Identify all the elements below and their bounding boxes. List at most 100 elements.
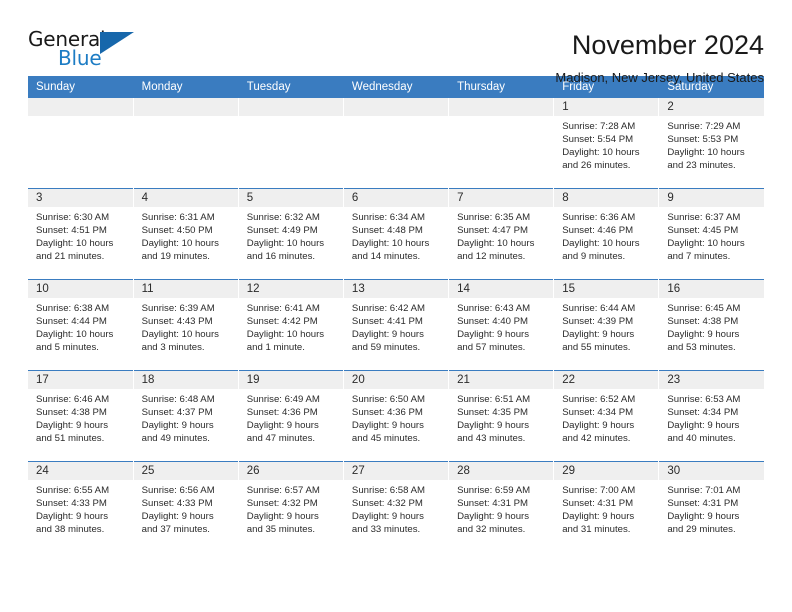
- daylight-text-line2: and 55 minutes.: [562, 342, 631, 354]
- day-number: 24: [28, 462, 133, 480]
- daylight-text-line2: and 32 minutes.: [457, 524, 526, 536]
- day-cell-inner: 15 Sunrise: 6:44 AM Sunset: 4:39 PM Dayligh…: [554, 280, 659, 370]
- daylight-text-line1: Daylight: 9 hours: [246, 511, 319, 523]
- sunset-text: Sunset: 4:34 PM: [667, 407, 739, 419]
- day-details: Sunrise: 6:57 AM Sunset: 4:32 PM Daylight:…: [239, 480, 343, 536]
- day-details: Sunrise: 6:50 AM Sunset: 4:36 PM Daylight:…: [344, 389, 448, 445]
- day-number: 9: [659, 189, 764, 207]
- page-header: General Blue November 2024 Madison, New …: [28, 0, 764, 85]
- daylight-text-line2: and 3 minutes.: [141, 342, 205, 354]
- daylight-text-line2: and 43 minutes.: [457, 433, 526, 445]
- day-cell-inner: 6 Sunrise: 6:34 AM Sunset: 4:48 PM Daylight…: [343, 189, 449, 279]
- calendar-day-cell[interactable]: 22 Sunrise: 6:52 AM Sunset: 4:34 PM Dayligh…: [553, 370, 660, 462]
- calendar-day-cell[interactable]: 16 Sunrise: 6:45 AM Sunset: 4:38 PM Dayligh…: [658, 279, 764, 371]
- day-cell-inner: [449, 98, 554, 188]
- daylight-text-line2: and 9 minutes.: [562, 251, 626, 263]
- calendar-day-cell[interactable]: 15 Sunrise: 6:44 AM Sunset: 4:39 PM Dayligh…: [553, 279, 660, 371]
- calendar-day-cell-empty: [238, 98, 344, 189]
- sunrise-text: Sunrise: 6:57 AM: [246, 485, 320, 496]
- day-number: 12: [238, 280, 343, 298]
- daylight-text-line2: and 59 minutes.: [351, 342, 421, 354]
- calendar-day-cell[interactable]: 23 Sunrise: 6:53 AM Sunset: 4:34 PM Dayligh…: [658, 370, 764, 462]
- calendar-day-cell[interactable]: 14 Sunrise: 6:43 AM Sunset: 4:40 PM Dayligh…: [448, 279, 555, 371]
- calendar-day-cell[interactable]: 1 Sunrise: 7:28 AM Sunset: 5:54 PM Daylight…: [553, 98, 660, 189]
- calendar-day-cell[interactable]: 5 Sunrise: 6:32 AM Sunset: 4:49 PM Daylight…: [238, 188, 344, 280]
- day-number: [343, 98, 449, 116]
- calendar-day-cell[interactable]: 3 Sunrise: 6:30 AM Sunset: 4:51 PM Daylight…: [28, 188, 134, 280]
- sunset-text: Sunset: 4:44 PM: [36, 316, 107, 328]
- day-cell-inner: 22 Sunrise: 6:52 AM Sunset: 4:34 PM Dayligh…: [554, 371, 659, 461]
- calendar-day-cell[interactable]: 2 Sunrise: 7:29 AM Sunset: 5:53 PM Daylight…: [658, 98, 764, 189]
- daylight-text-line2: and 7 minutes.: [667, 251, 731, 263]
- daylight-text-line2: and 45 minutes.: [351, 433, 421, 445]
- day-cell-inner: 9 Sunrise: 6:37 AM Sunset: 4:45 PM Daylight…: [659, 189, 764, 279]
- daylight-text-line1: Daylight: 9 hours: [36, 420, 108, 432]
- day-cell-inner: 29 Sunrise: 7:00 AM Sunset: 4:31 PM Dayligh…: [554, 462, 659, 552]
- calendar-day-cell[interactable]: 18 Sunrise: 6:48 AM Sunset: 4:37 PM Dayligh…: [133, 370, 239, 462]
- calendar-day-cell[interactable]: 30 Sunrise: 7:01 AM Sunset: 4:31 PM Dayligh…: [658, 461, 764, 552]
- sunset-text: Sunset: 4:37 PM: [141, 407, 213, 419]
- day-number: 27: [343, 462, 449, 480]
- day-number: 23: [659, 371, 764, 389]
- daylight-text-line2: and 26 minutes.: [562, 160, 631, 172]
- sunrise-text: Sunrise: 6:49 AM: [246, 394, 320, 405]
- daylight-text-line1: Daylight: 9 hours: [562, 511, 635, 523]
- calendar-day-cell[interactable]: 19 Sunrise: 6:49 AM Sunset: 4:36 PM Dayligh…: [238, 370, 344, 462]
- calendar-day-cell[interactable]: 26 Sunrise: 6:57 AM Sunset: 4:32 PM Dayligh…: [238, 461, 344, 552]
- day-number: 21: [449, 371, 554, 389]
- calendar-day-cell[interactable]: 6 Sunrise: 6:34 AM Sunset: 4:48 PM Daylight…: [343, 188, 450, 280]
- calendar-day-cell[interactable]: 12 Sunrise: 6:41 AM Sunset: 4:42 PM Dayligh…: [238, 279, 344, 371]
- weekday-header-monday: Monday: [133, 76, 239, 98]
- logo-text-blue: Blue: [58, 46, 102, 70]
- calendar-day-cell[interactable]: 17 Sunrise: 6:46 AM Sunset: 4:38 PM Dayligh…: [28, 370, 134, 462]
- daylight-text-line1: Daylight: 9 hours: [667, 329, 740, 341]
- sunrise-text: Sunrise: 6:35 AM: [457, 212, 531, 223]
- daylight-text-line1: Daylight: 10 hours: [141, 329, 219, 341]
- day-cell-inner: 23 Sunrise: 6:53 AM Sunset: 4:34 PM Dayligh…: [659, 371, 764, 461]
- day-cell-inner: 17 Sunrise: 6:46 AM Sunset: 4:38 PM Dayligh…: [28, 371, 133, 461]
- sunset-text: Sunset: 4:40 PM: [457, 316, 528, 328]
- calendar-day-cell[interactable]: 24 Sunrise: 6:55 AM Sunset: 4:33 PM Dayligh…: [28, 461, 134, 552]
- calendar-day-cell[interactable]: 13 Sunrise: 6:42 AM Sunset: 4:41 PM Dayligh…: [343, 279, 450, 371]
- calendar-day-cell[interactable]: 20 Sunrise: 6:50 AM Sunset: 4:36 PM Dayligh…: [343, 370, 450, 462]
- calendar-day-cell-empty: [343, 98, 450, 189]
- calendar-day-cell[interactable]: 25 Sunrise: 6:56 AM Sunset: 4:33 PM Dayligh…: [133, 461, 239, 552]
- daylight-text-line2: and 5 minutes.: [36, 342, 99, 354]
- day-cell-inner: [28, 98, 133, 188]
- calendar-day-cell[interactable]: 9 Sunrise: 6:37 AM Sunset: 4:45 PM Daylight…: [658, 188, 764, 280]
- day-cell-inner: [238, 98, 343, 188]
- day-number: 20: [343, 371, 449, 389]
- day-number: 7: [449, 189, 554, 207]
- calendar-day-cell[interactable]: 27 Sunrise: 6:58 AM Sunset: 4:32 PM Dayligh…: [343, 461, 450, 552]
- daylight-text-line1: Daylight: 10 hours: [141, 238, 219, 250]
- sunrise-text: Sunrise: 6:50 AM: [351, 394, 425, 405]
- daylight-text-line2: and 16 minutes.: [246, 251, 316, 263]
- daylight-text-line2: and 14 minutes.: [351, 251, 421, 263]
- day-details: Sunrise: 6:45 AM Sunset: 4:38 PM Daylight:…: [659, 298, 764, 354]
- day-details: Sunrise: 6:31 AM Sunset: 4:50 PM Daylight:…: [134, 207, 238, 263]
- general-blue-logo[interactable]: General Blue: [28, 28, 136, 74]
- calendar-day-cell[interactable]: 8 Sunrise: 6:36 AM Sunset: 4:46 PM Daylight…: [553, 188, 660, 280]
- daylight-text-line1: Daylight: 10 hours: [36, 329, 114, 341]
- calendar-week-row: 10 Sunrise: 6:38 AM Sunset: 4:44 PM Dayligh…: [28, 279, 764, 371]
- daylight-text-line2: and 49 minutes.: [141, 433, 210, 445]
- day-cell-inner: 26 Sunrise: 6:57 AM Sunset: 4:32 PM Dayligh…: [238, 462, 343, 552]
- calendar-day-cell[interactable]: 4 Sunrise: 6:31 AM Sunset: 4:50 PM Daylight…: [133, 188, 239, 280]
- calendar-day-cell[interactable]: 29 Sunrise: 7:00 AM Sunset: 4:31 PM Dayligh…: [553, 461, 660, 552]
- sunrise-text: Sunrise: 7:29 AM: [667, 121, 741, 132]
- calendar-day-cell[interactable]: 7 Sunrise: 6:35 AM Sunset: 4:47 PM Daylight…: [448, 188, 555, 280]
- day-details: Sunrise: 6:58 AM Sunset: 4:32 PM Daylight:…: [344, 480, 448, 536]
- day-details: Sunrise: 7:00 AM Sunset: 4:31 PM Daylight:…: [554, 480, 658, 536]
- calendar-day-cell[interactable]: 10 Sunrise: 6:38 AM Sunset: 4:44 PM Dayligh…: [28, 279, 134, 371]
- sunrise-text: Sunrise: 6:32 AM: [246, 212, 320, 223]
- calendar-day-cell[interactable]: 11 Sunrise: 6:39 AM Sunset: 4:43 PM Dayligh…: [133, 279, 239, 371]
- calendar-day-cell[interactable]: 28 Sunrise: 6:59 AM Sunset: 4:31 PM Dayligh…: [448, 461, 555, 552]
- calendar-day-cell[interactable]: 21 Sunrise: 6:51 AM Sunset: 4:35 PM Dayligh…: [448, 370, 555, 462]
- weekday-header-thursday: Thursday: [448, 76, 555, 98]
- sunrise-text: Sunrise: 6:31 AM: [141, 212, 215, 223]
- day-details: Sunrise: 7:29 AM Sunset: 5:53 PM Daylight:…: [659, 116, 764, 172]
- day-number: 17: [28, 371, 133, 389]
- day-cell-inner: 18 Sunrise: 6:48 AM Sunset: 4:37 PM Dayligh…: [133, 371, 238, 461]
- weekday-header-tuesday: Tuesday: [238, 76, 344, 98]
- day-number: 28: [449, 462, 554, 480]
